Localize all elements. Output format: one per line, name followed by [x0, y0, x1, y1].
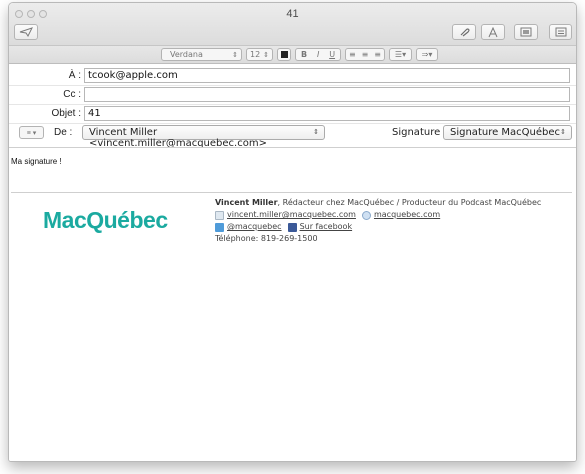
italic-button[interactable]: I [317, 50, 319, 59]
web-icon [361, 210, 371, 220]
from-row: ≡ ▾ De : Vincent Miller <vincent.miller@… [9, 124, 576, 149]
cc-field[interactable] [84, 87, 570, 102]
cc-label: Cc : [63, 89, 81, 100]
message-headers: À : tcook@apple.com Cc : Objet : 41 ≡ ▾ … [9, 65, 576, 149]
to-label: À : [68, 70, 81, 81]
signature-contact-line: vincent.miller@macquebec.com macquebec.c… [215, 209, 541, 221]
from-select[interactable]: Vincent Miller <vincent.miller@macquebec… [82, 125, 325, 149]
mail-icon [215, 210, 224, 220]
to-field[interactable]: tcook@apple.com [84, 68, 570, 83]
cc-row: Cc : [9, 85, 576, 104]
signature-block: Vincent Miller , Rédacteur chez MacQuébe… [215, 197, 541, 245]
macquebec-logo: MacQuébec [43, 207, 168, 233]
show-format-bar-button[interactable] [481, 24, 505, 40]
send-icon [19, 27, 33, 37]
format-bar: Verdana ⇕ 12 ⇕ B I U ≡ ≡ ≡ ☰▾ ⇒▾ [9, 46, 576, 64]
email-link[interactable]: vincent.miller@macquebec.com [227, 209, 356, 221]
font-size-select[interactable]: 12 ⇕ [246, 48, 273, 61]
select-arrows-icon: ⇕ [232, 50, 238, 59]
facebook-icon [287, 222, 297, 232]
signature-divider [11, 192, 572, 193]
signature-select[interactable]: Signature MacQuébec ⇕ [443, 125, 572, 140]
alignment-group[interactable]: ≡ ≡ ≡ [345, 48, 385, 61]
color-swatch-icon [280, 51, 288, 58]
align-right-icon[interactable]: ≡ [374, 50, 381, 59]
compose-window: 41 Verdana ⇕ 12 ⇕ B I U ≡ ≡ ≡ ☰▾ ⇒▾ À: … [8, 2, 577, 462]
list-icon: ☰▾ [394, 50, 407, 59]
align-left-icon[interactable]: ≡ [349, 50, 356, 59]
signature-label: Signature : [392, 127, 447, 138]
indent-icon: ⇒▾ [421, 50, 433, 59]
signature-social-line: @macquebec Sur facebook [215, 221, 541, 233]
select-arrows-icon: ⇕ [560, 128, 566, 136]
subject-label: Objet : [51, 108, 81, 119]
photo-browser-button[interactable] [514, 24, 538, 40]
subject-row: Objet : 41 [9, 104, 576, 123]
signature-value: Signature MacQuébec [450, 127, 561, 138]
select-arrows-icon: ⇕ [263, 50, 269, 59]
body-text: Ma signature ! [11, 157, 62, 166]
format-text-icon [488, 26, 498, 37]
window-title: 41 [286, 8, 299, 20]
twitter-link[interactable]: @macquebec [227, 221, 282, 233]
align-center-icon[interactable]: ≡ [362, 50, 369, 59]
message-body[interactable]: Ma signature ! MacQuébec Vincent Miller … [9, 147, 576, 461]
title-bar: 41 [9, 3, 576, 46]
signature-name: Vincent Miller [215, 198, 278, 207]
font-size-value: 12 [250, 50, 261, 59]
from-label: De : [54, 127, 73, 138]
header-options-button[interactable]: ≡ ▾ [19, 126, 44, 139]
font-name: Verdana [170, 50, 203, 59]
list-style-select[interactable]: ☰▾ [389, 48, 412, 61]
twitter-icon [215, 222, 224, 232]
bold-button[interactable]: B [301, 50, 307, 59]
stationery-button[interactable] [549, 24, 572, 40]
attach-button[interactable] [452, 24, 476, 40]
phone-text: Téléphone: 819-269-1500 [215, 234, 318, 243]
text-color-button[interactable] [277, 48, 291, 61]
text-style-group[interactable]: B I U [295, 48, 341, 61]
photo-browser-icon [520, 27, 532, 37]
send-button[interactable] [14, 24, 38, 40]
subject-field[interactable]: 41 [84, 106, 570, 121]
facebook-link[interactable]: Sur facebook [300, 221, 353, 233]
select-arrows-icon: ⇕ [313, 128, 319, 136]
stationery-icon [555, 27, 566, 37]
signature-name-line: Vincent Miller , Rédacteur chez MacQuébe… [215, 197, 541, 209]
underline-button[interactable]: U [329, 50, 335, 59]
signature-phone-line: Téléphone: 819-269-1500 [215, 233, 541, 245]
website-link[interactable]: macquebec.com [374, 209, 440, 221]
from-value: Vincent Miller <vincent.miller@macquebec… [89, 127, 267, 149]
signature-role: , Rédacteur chez MacQuébec / Producteur … [277, 198, 542, 207]
font-select[interactable]: Verdana ⇕ [161, 48, 242, 61]
to-row: À : tcook@apple.com [9, 66, 576, 85]
paperclip-icon [460, 28, 470, 37]
indent-select[interactable]: ⇒▾ [416, 48, 438, 61]
